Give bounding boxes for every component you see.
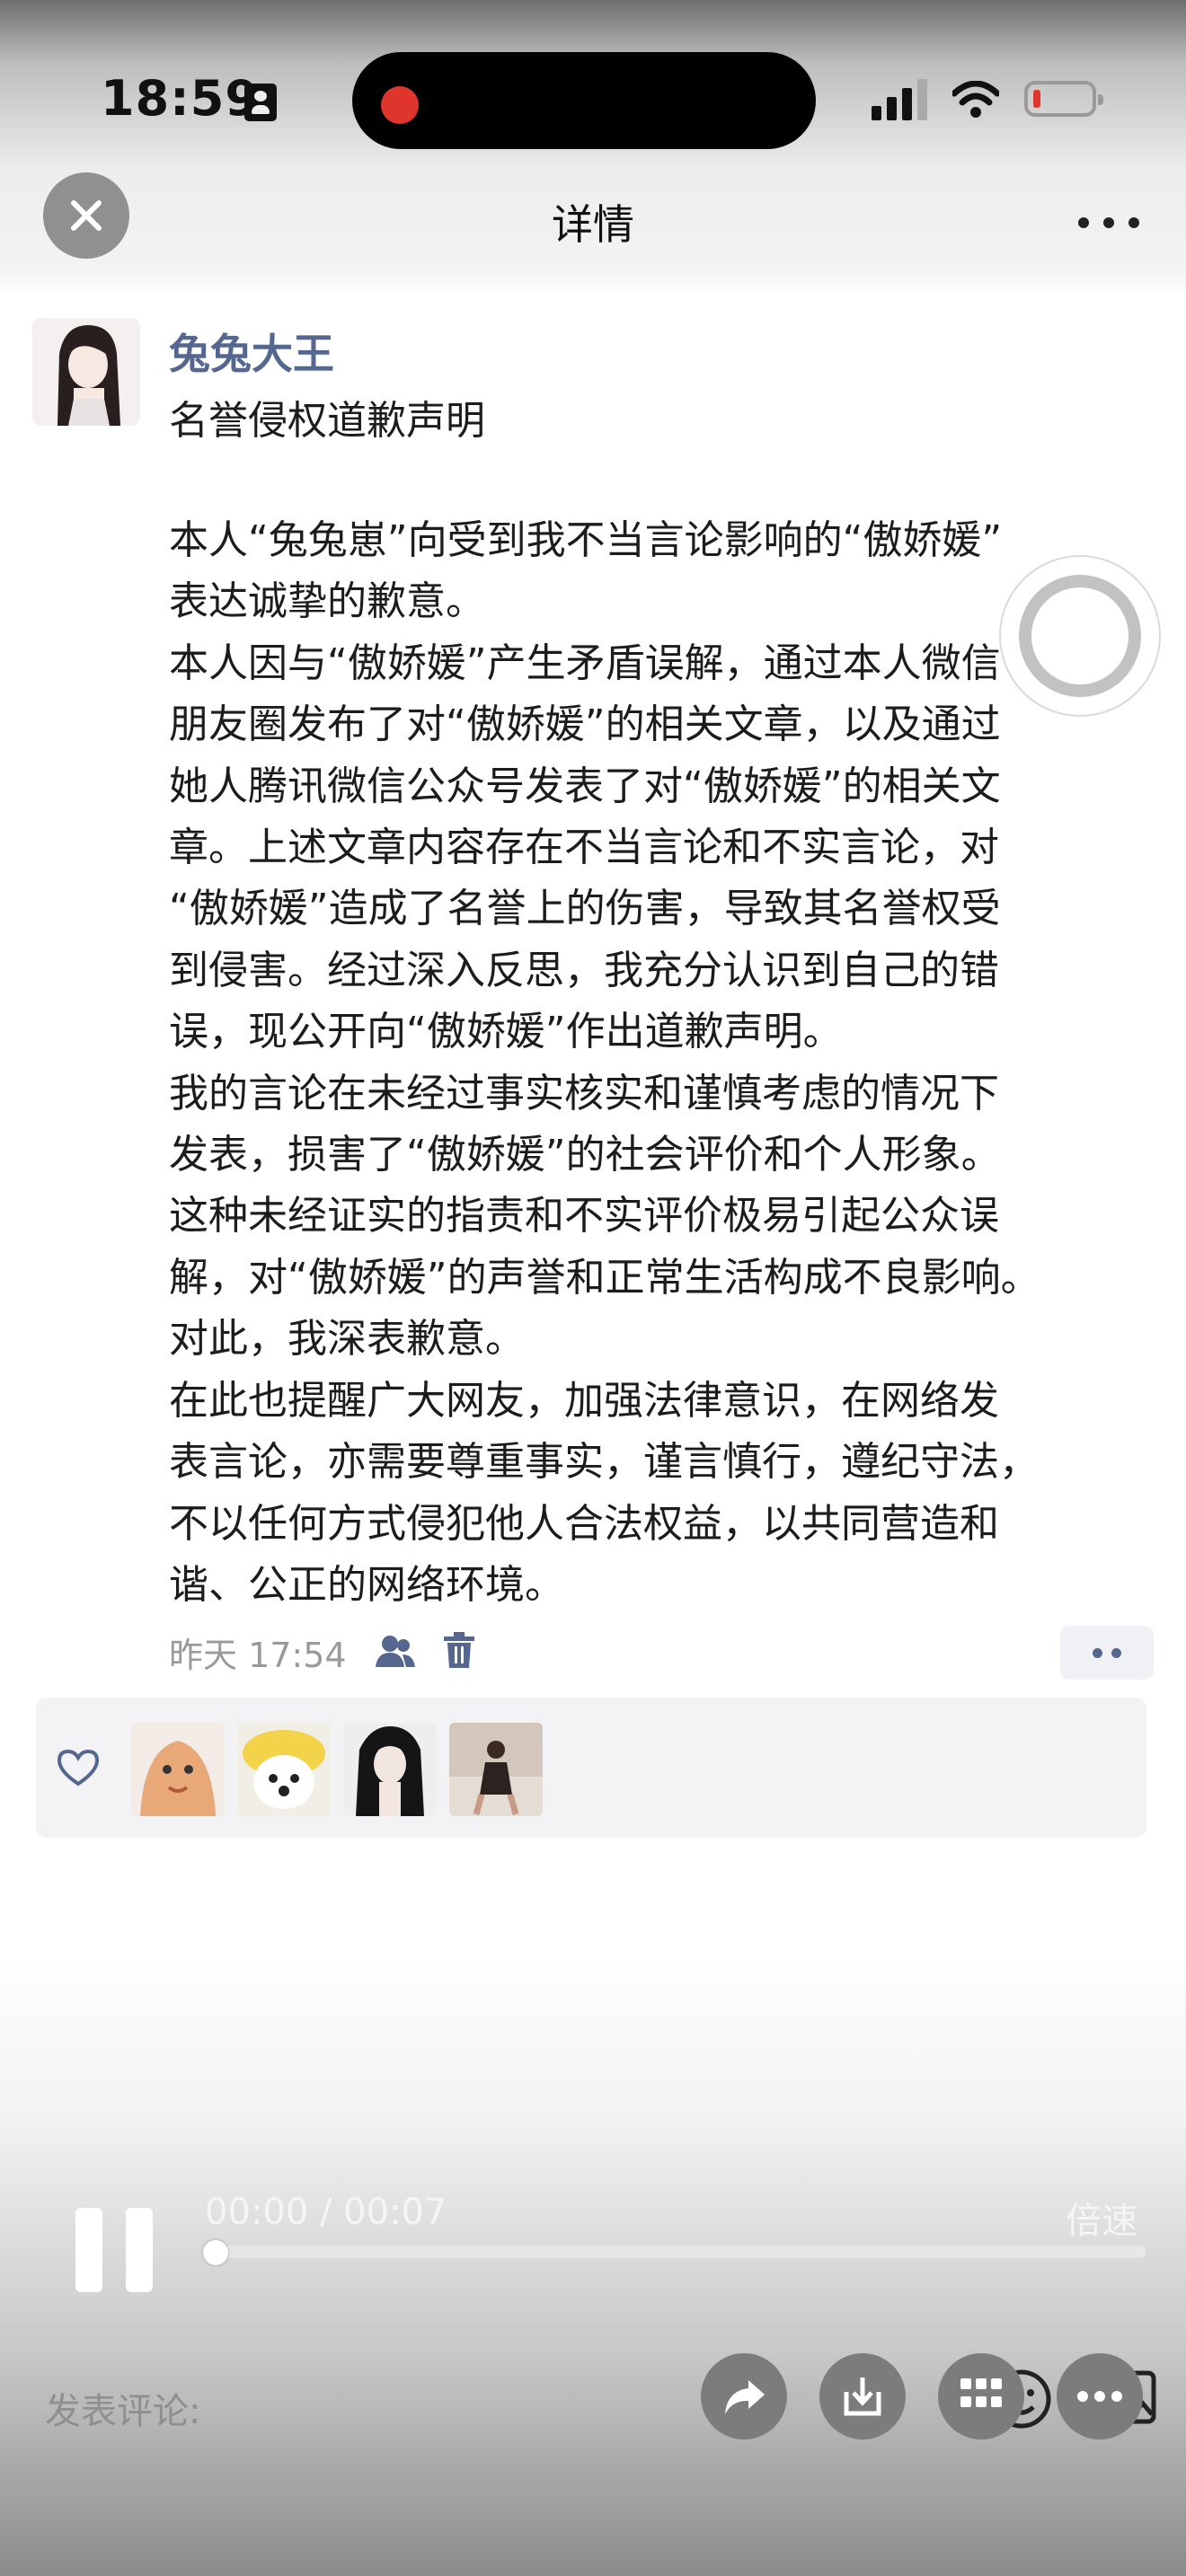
wifi-icon (952, 81, 999, 118)
post-body-line: 在此也提醒广大网友，加强法律意识，在网络发 (169, 1377, 999, 1424)
video-progress-knob[interactable] (203, 2240, 228, 2265)
post-body-line: 她人腾讯微信公众号发表了对“傲娇媛”的相关文 (169, 763, 1001, 809)
more-circle-icon (1077, 2391, 1122, 2402)
post-actions-button[interactable] (1060, 1626, 1154, 1680)
post-body-line: 章。上述文章内容存在不当言论和不实言论，对 (169, 825, 999, 871)
post-body-line: 解，对“傲娇媛”的声誉和正常生活构成不良影响。 (169, 1254, 1040, 1301)
grid-button[interactable] (938, 2353, 1024, 2439)
pause-icon[interactable] (75, 2208, 153, 2292)
like-avatar[interactable] (343, 1723, 437, 1816)
post-body-line: 我的言论在未经过事实核实和谨慎考虑的情况下 (169, 1070, 999, 1116)
download-icon (844, 2378, 881, 2416)
post-timestamp: 昨天 17:54 (169, 1636, 347, 1675)
post-body-line: 朋友圈发布了对“傲娇媛”的相关文章，以及通过 (169, 701, 1001, 748)
post-body-line: 这种未经证实的指责和不实评价极易引起公众误 (169, 1193, 999, 1239)
post-body-line: 不以任何方式侵犯他人合法权益，以共同营造和 (169, 1500, 999, 1547)
post-body-line: 谐、公正的网络环境。 (169, 1561, 564, 1608)
post-body-line: “傲娇媛”造成了名誉上的伤害，导致其名誉权受 (169, 886, 1001, 932)
post-title: 名誉侵权道歉声明 (169, 398, 485, 444)
video-progress-bar[interactable] (205, 2245, 1146, 2258)
avatar[interactable] (32, 318, 140, 426)
trash-icon[interactable] (442, 1631, 476, 1669)
like-avatar[interactable] (131, 1723, 225, 1816)
grid-icon (960, 2378, 1002, 2407)
more-icon[interactable] (1078, 214, 1141, 232)
download-button[interactable] (819, 2353, 906, 2439)
video-overlay (0, 1958, 1186, 2576)
comment-input[interactable]: 发表评论: (45, 2382, 200, 2434)
video-timestamp: 00:00 / 00:07 (205, 2192, 447, 2233)
assistive-touch-button[interactable] (999, 555, 1161, 717)
heart-icon (57, 1749, 100, 1786)
share-button[interactable] (701, 2353, 787, 2439)
contact-card-icon (244, 84, 277, 121)
friends-icon[interactable] (372, 1633, 417, 1669)
recording-indicator-icon (381, 86, 419, 124)
share-icon (725, 2380, 765, 2414)
post-author[interactable]: 兔兔大王 (169, 322, 334, 381)
status-time: 18:59 (101, 70, 260, 127)
dynamic-island (352, 52, 816, 149)
post-body-line: 发表，损害了“傲娇媛”的社会评价和个人形象。 (169, 1132, 1001, 1178)
more-options-button[interactable] (1057, 2353, 1143, 2439)
post-body-line: 到侵害。经过深入反思，我充分认识到自己的错 (169, 947, 999, 993)
post-body-line: 表言论，亦需要尊重事实，谨言慎行，遵纪守法， (169, 1439, 1039, 1486)
post-body-line: 本人“兔兔崽”向受到我不当言论影响的“傲娇媛” (169, 517, 1003, 563)
post-body-line: 对此，我深表歉意。 (169, 1316, 525, 1363)
battery-icon (1024, 81, 1103, 117)
post-body-line: 误，现公开向“傲娇媛”作出道歉声明。 (169, 1009, 843, 1055)
like-avatar[interactable] (449, 1723, 543, 1816)
cellular-signal-icon (872, 79, 929, 120)
page-title: 详情 (552, 200, 634, 249)
like-avatar[interactable] (237, 1723, 331, 1816)
playback-speed-button[interactable]: 倍速 (1066, 2192, 1137, 2244)
